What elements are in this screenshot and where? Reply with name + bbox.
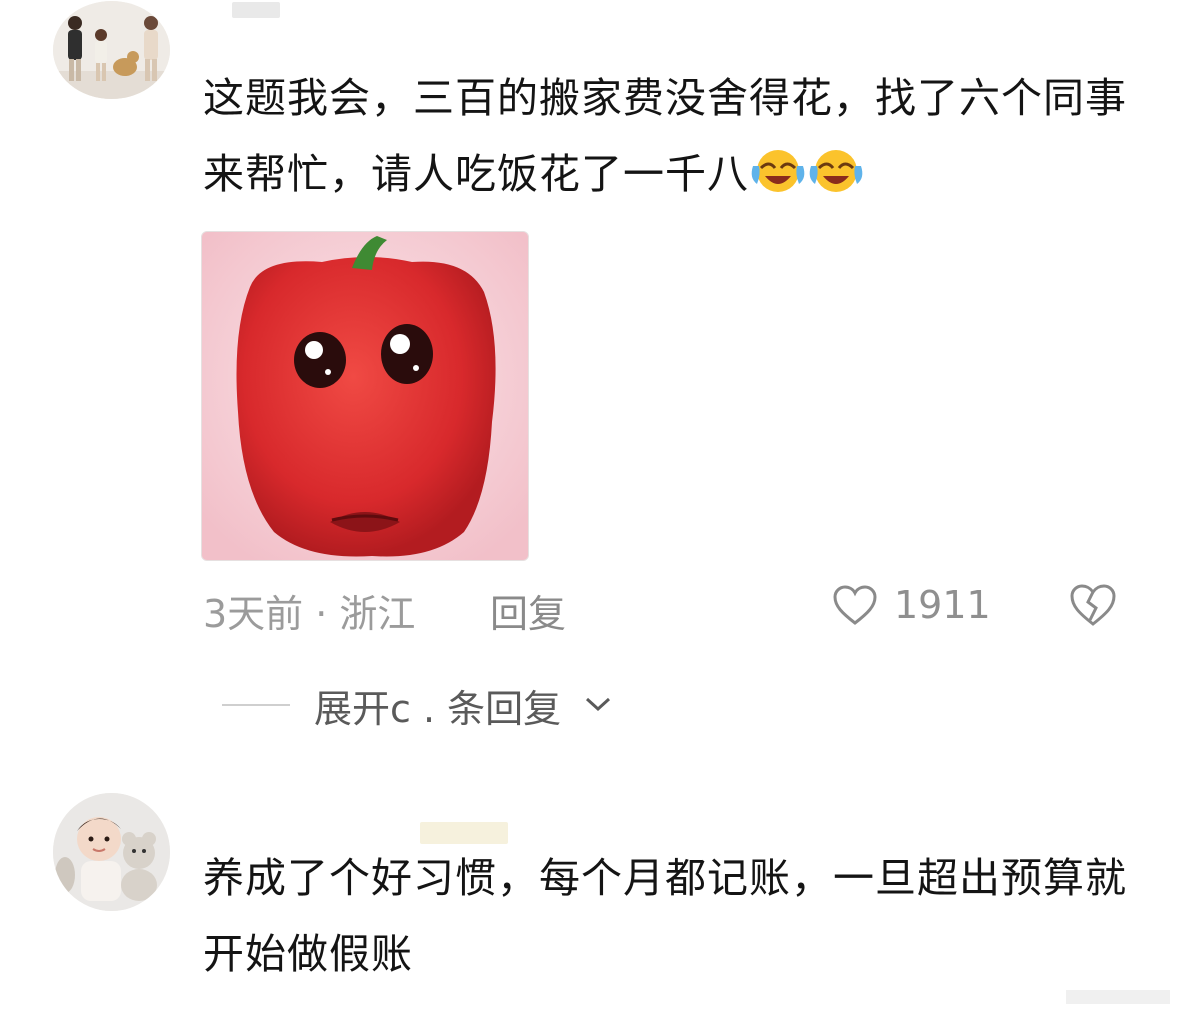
heart-outline-icon[interactable] [832,584,878,626]
family-photo-avatar [53,1,170,99]
sticker-image[interactable] [201,231,529,561]
laughing-crying-emoji [809,150,863,192]
username-redacted [232,2,280,18]
like-count: 1911 [894,583,991,627]
comment-time-location: 3天前 · 浙江 [203,592,416,636]
comment-text: 养成了个好习惯，每个月都记账，一旦超出预算就开始做假账 [203,854,1127,978]
divider [222,704,290,706]
expand-replies-label: 展开ᴄ . 条回复 [314,687,562,731]
laughing-crying-emoji [751,150,805,192]
reply-button[interactable]: 回复 [490,583,566,638]
expand-replies-button[interactable]: 展开ᴄ . 条回复 [314,678,561,733]
chevron-down-icon[interactable] [583,694,613,714]
watermark [1066,990,1170,1004]
baby-photo-avatar [53,793,170,911]
avatar[interactable] [53,793,170,911]
red-pepper-face-sticker [202,232,528,560]
avatar[interactable] [53,1,170,99]
comment-text: 这题我会，三百的搬家费没舍得花，找了六个同事来帮忙，请人吃饭花了一千八 [203,74,1127,198]
broken-heart-icon[interactable] [1068,582,1118,628]
